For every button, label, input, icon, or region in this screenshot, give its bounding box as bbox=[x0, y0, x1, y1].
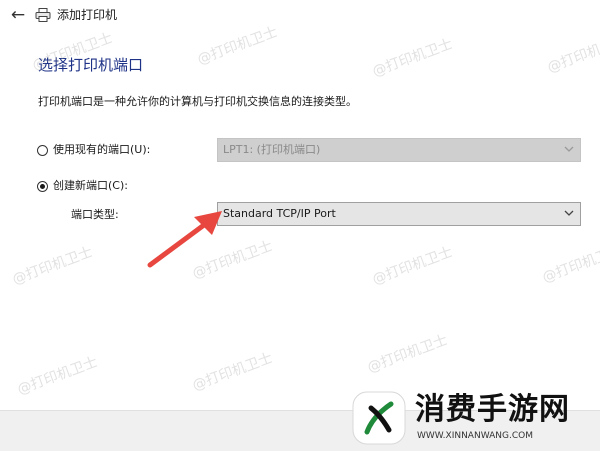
chevron-down-icon bbox=[564, 210, 574, 216]
site-logo-icon bbox=[352, 391, 406, 445]
printer-icon bbox=[35, 8, 51, 22]
new-port-radio[interactable] bbox=[37, 180, 48, 192]
new-port-label: 创建新端口(C): bbox=[53, 179, 128, 192]
watermark-text: @打印机卫士 bbox=[10, 244, 95, 288]
new-port-option[interactable]: 创建新端口(C): bbox=[37, 178, 128, 194]
back-arrow-icon[interactable]: ← bbox=[8, 4, 28, 26]
watermark-text: @打印机卫士 bbox=[540, 242, 600, 286]
existing-port-value: LPT1: (打印机端口) bbox=[223, 143, 321, 156]
port-type-value: Standard TCP/IP Port bbox=[223, 207, 336, 220]
existing-port-label: 使用现有的端口(U): bbox=[53, 143, 151, 156]
chevron-down-icon bbox=[564, 146, 574, 152]
watermark-text: @打印机卫士 bbox=[190, 350, 275, 394]
existing-port-radio[interactable] bbox=[37, 144, 48, 156]
existing-port-select: LPT1: (打印机端口) bbox=[217, 138, 581, 162]
watermark-text: @打印机卫士 bbox=[370, 244, 455, 288]
window-title: 添加打印机 bbox=[57, 8, 118, 22]
watermark-text: @打印机卫士 bbox=[15, 354, 100, 398]
watermark-text: @打印机卫士 bbox=[545, 32, 600, 76]
site-url: WWW.XINNANWANG.COM bbox=[417, 431, 533, 441]
site-name: 消费手游网 bbox=[415, 392, 570, 427]
port-type-label: 端口类型: bbox=[71, 208, 119, 221]
port-type-select[interactable]: Standard TCP/IP Port bbox=[217, 202, 581, 226]
page-heading: 选择打印机端口 bbox=[38, 56, 144, 74]
watermark-text: @打印机卫士 bbox=[365, 332, 450, 376]
annotation-arrow-icon bbox=[147, 211, 222, 268]
watermark-text: @打印机卫士 bbox=[370, 36, 455, 80]
existing-port-option[interactable]: 使用现有的端口(U): bbox=[37, 142, 150, 158]
title-bar: ← 添加打印机 bbox=[0, 0, 600, 32]
page-description: 打印机端口是一种允许你的计算机与打印机交换信息的连接类型。 bbox=[38, 95, 357, 108]
